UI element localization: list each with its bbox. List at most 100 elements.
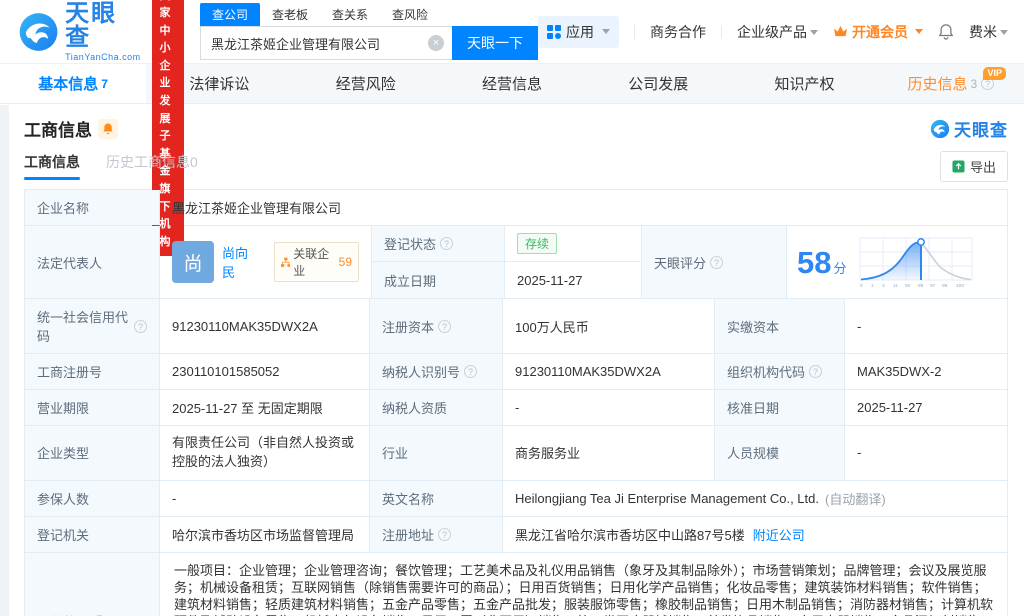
tab-intellectual-property[interactable]: 知识产权 [731, 64, 877, 103]
svg-text:88: 88 [918, 283, 924, 289]
score-value: 58 [797, 245, 831, 280]
search-input[interactable] [200, 26, 452, 60]
field-label: 行业 [370, 426, 503, 480]
search-button[interactable]: 天眼一下 [452, 26, 538, 60]
business-term: 2025-11-27 至 无固定期限 [160, 390, 370, 425]
tab-operation-info[interactable]: 经营信息 [439, 64, 585, 103]
help-icon[interactable] [809, 365, 822, 378]
logo-title: 天眼查 [65, 2, 141, 50]
field-label: 营业期限 [25, 390, 160, 425]
table-row: 登记机关 哈尔滨市香坊区市场监督管理局 注册地址 黑龙江省哈尔滨市香坊区中山路8… [25, 517, 1007, 553]
auto-translate-note: (自动翻译) [825, 489, 886, 508]
registered-address: 黑龙江省哈尔滨市香坊区中山路87号5楼 [515, 525, 745, 544]
svg-text:99: 99 [942, 283, 948, 289]
clear-search-icon[interactable] [428, 35, 444, 51]
chevron-down-icon [915, 29, 923, 34]
field-label: 登记机关 [25, 517, 160, 552]
field-label: 注册资本 [370, 299, 503, 353]
field-label: 参保人数 [25, 481, 160, 516]
legal-rep-link[interactable]: 尚向民 [222, 243, 258, 281]
field-label: 法定代表人 [25, 226, 160, 298]
help-icon[interactable] [464, 365, 477, 378]
left-edge-strip [0, 105, 9, 616]
subscribe-bell-icon[interactable] [98, 119, 118, 139]
field-label: 注册地址 [370, 517, 503, 552]
credit-code: 91230110MAK35DWX2A [160, 299, 370, 353]
tianyancha-logo-icon [930, 119, 950, 139]
field-label: 企业名称 [25, 190, 160, 225]
crown-icon [833, 25, 848, 38]
tianyancha-watermark: 天眼查 [930, 116, 1008, 141]
field-label: 组织机构代码 [715, 354, 845, 389]
export-icon [952, 160, 965, 173]
taxpayer-id: 91230110MAK35DWX2A [503, 354, 715, 389]
svg-text:97: 97 [930, 283, 936, 289]
legal-rep-avatar[interactable]: 尚 [172, 241, 214, 283]
registered-capital: 100万人民币 [503, 299, 715, 353]
org-chart-icon [281, 257, 291, 268]
score-unit: 分 [833, 261, 846, 276]
svg-text:3: 3 [882, 283, 885, 289]
tianyancha-logo-icon [18, 11, 59, 53]
menu-enterprise-products[interactable]: 企业级产品 [737, 22, 818, 42]
related-companies-badge[interactable]: 关联企业 59 [274, 242, 359, 282]
svg-text:1: 1 [871, 283, 874, 289]
field-label: 纳税人资质 [370, 390, 503, 425]
notification-bell-icon[interactable] [938, 23, 954, 40]
business-info-table: 企业名称 黑龙江茶姬企业管理有限公司 法定代表人 尚 尚向民 关联企业 59 [24, 189, 1008, 616]
field-label: 登记状态 [372, 226, 505, 262]
nearby-companies-link[interactable]: 附近公司 [753, 525, 805, 544]
paid-capital: - [845, 299, 1007, 353]
tab-history-info[interactable]: 历史信息 3 VIP [878, 64, 1024, 103]
table-row: 法定代表人 尚 尚向民 关联企业 59 登记状态 存续 [25, 226, 1007, 299]
search-tab-company[interactable]: 查公司 [200, 3, 260, 26]
field-label: 经营范围 [25, 553, 160, 616]
header-menu: 应用 商务合作 企业级产品 开通会员 费米 [538, 16, 1008, 48]
approval-date: 2025-11-27 [845, 390, 1007, 425]
help-icon[interactable] [710, 256, 723, 269]
open-vip-button[interactable]: 开通会员 [833, 22, 923, 42]
tab-company-development[interactable]: 公司发展 [585, 64, 731, 103]
field-label: 核准日期 [715, 390, 845, 425]
search-tab-relation[interactable]: 查关系 [320, 3, 380, 26]
table-row: 营业期限 2025-11-27 至 无固定期限 纳税人资质 - 核准日期 202… [25, 390, 1007, 426]
tab-count: 7 [101, 77, 108, 91]
apps-label: 应用 [566, 22, 594, 42]
vip-badge: VIP [983, 67, 1006, 80]
registration-authority: 哈尔滨市香坊区市场监督管理局 [160, 517, 370, 552]
field-label: 企业类型 [25, 426, 160, 480]
company-nav-tabs: 基本信息 7 法律诉讼 经营风险 经营信息 公司发展 知识产权 历史信息 3 V… [0, 64, 1024, 104]
help-icon[interactable] [134, 320, 147, 333]
taxpayer-quality: - [503, 390, 715, 425]
search-tabs: 查公司 查老板 查关系 查风险 [200, 3, 538, 26]
search-tab-boss[interactable]: 查老板 [260, 3, 320, 26]
section-title: 工商信息 [24, 116, 92, 141]
subtab-business-info[interactable]: 工商信息 [24, 152, 80, 180]
tianyancha-logo[interactable]: 天眼查 TianYanCha.com [18, 2, 142, 62]
search-tab-risk[interactable]: 查风险 [380, 3, 440, 26]
field-label: 天眼评分 [642, 226, 787, 298]
subtab-history-business-info[interactable]: 历史工商信息0 [106, 152, 198, 180]
table-row: 工商注册号 230110101585052 纳税人识别号 91230110MAK… [25, 354, 1007, 390]
chevron-down-icon [602, 29, 610, 34]
tab-legal-litigation[interactable]: 法律诉讼 [146, 64, 292, 103]
field-label: 纳税人识别号 [370, 354, 503, 389]
help-icon[interactable] [438, 320, 451, 333]
tab-operation-risk[interactable]: 经营风险 [293, 64, 439, 103]
tab-basic-info[interactable]: 基本信息 7 [0, 64, 146, 103]
table-row: 经营范围 一般项目：企业管理；企业管理咨询；餐饮管理；工艺美术品及礼仪用品销售（… [25, 553, 1007, 616]
svg-text:0: 0 [860, 283, 863, 289]
menu-cooperation[interactable]: 商务合作 [650, 22, 706, 42]
english-name: Heilongjiang Tea Ji Enterprise Managemen… [515, 491, 819, 506]
table-row: 企业名称 黑龙江茶姬企业管理有限公司 [25, 190, 1007, 226]
field-label: 成立日期 [372, 262, 505, 298]
field-label: 实缴资本 [715, 299, 845, 353]
user-menu[interactable]: 费米 [969, 22, 1008, 42]
apps-menu[interactable]: 应用 [538, 16, 619, 48]
help-icon[interactable] [438, 528, 451, 541]
svg-text:11: 11 [893, 283, 898, 289]
table-row: 统一社会信用代码 91230110MAK35DWX2A 注册资本 100万人民币… [25, 299, 1007, 354]
score-distribution-chart: 0 1 3 11 50 88 97 99 100 [857, 234, 975, 290]
help-icon[interactable] [440, 237, 453, 250]
export-button[interactable]: 导出 [940, 151, 1008, 182]
